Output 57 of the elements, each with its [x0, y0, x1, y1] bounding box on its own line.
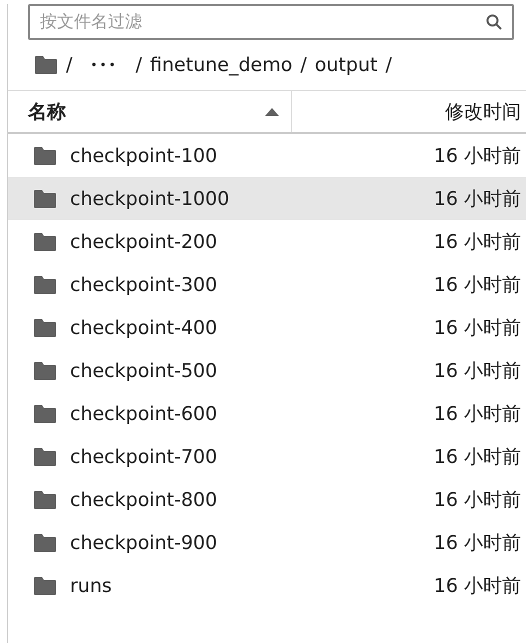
- file-row[interactable]: checkpoint-500 16 小时前: [8, 349, 526, 392]
- home-folder-icon[interactable]: [34, 55, 58, 75]
- file-name: checkpoint-600: [70, 402, 218, 424]
- file-row[interactable]: checkpoint-100 16 小时前: [8, 134, 526, 177]
- modified-time: 16 小时前: [434, 272, 521, 298]
- path-separator: /: [66, 54, 72, 76]
- file-row[interactable]: checkpoint-1000 16 小时前: [8, 177, 526, 220]
- file-name: checkpoint-1000: [70, 188, 230, 210]
- folder-icon: [33, 532, 57, 552]
- file-name: checkpoint-500: [70, 360, 218, 382]
- folder-icon: [33, 232, 57, 252]
- folder-icon: [33, 146, 57, 166]
- folder-icon: [33, 490, 57, 510]
- file-name: checkpoint-400: [70, 316, 218, 338]
- modified-time: 16 小时前: [434, 530, 521, 556]
- file-row[interactable]: checkpoint-800 16 小时前: [8, 478, 526, 521]
- modified-time: 16 小时前: [434, 402, 521, 426]
- file-row[interactable]: checkpoint-600 16 小时前: [8, 392, 526, 435]
- modified-time: 16 小时前: [434, 144, 521, 168]
- folder-icon: [33, 274, 57, 294]
- column-header[interactable]: 名称: [8, 91, 291, 132]
- file-row[interactable]: runs 16 小时前: [8, 564, 526, 607]
- search-icon: [486, 14, 502, 30]
- modified-time: 16 小时前: [434, 230, 521, 254]
- modified-time: 16 小时前: [434, 574, 521, 598]
- folder-icon: [33, 360, 57, 380]
- file-row[interactable]: checkpoint-900 16 小时前: [8, 521, 526, 564]
- folder-icon: [33, 576, 57, 596]
- file-name: checkpoint-100: [70, 144, 218, 166]
- breadcrumb-link[interactable]: finetune_demo: [150, 54, 292, 76]
- path-separator: /: [385, 54, 392, 76]
- folder-icon: [33, 188, 57, 208]
- file-name: checkpoint-200: [70, 230, 218, 252]
- more-link[interactable]: •••: [90, 58, 118, 72]
- file-row[interactable]: checkpoint-400 16 小时前: [8, 306, 526, 349]
- path-separator: /: [300, 54, 307, 76]
- column-header[interactable]: 修改时间: [291, 91, 526, 132]
- modified-time: 16 小时前: [434, 488, 521, 512]
- folder-icon: [33, 446, 57, 466]
- folder-icon: [33, 404, 57, 424]
- file-name: checkpoint-900: [70, 532, 218, 554]
- file-name: checkpoint-800: [70, 488, 218, 510]
- folder-icon: [33, 318, 57, 338]
- sort-up-icon: [265, 108, 279, 116]
- modified-time: 16 小时前: [434, 316, 521, 340]
- file-row[interactable]: checkpoint-700 16 小时前: [8, 435, 526, 478]
- path-separator: /: [136, 54, 142, 76]
- filter-field[interactable]: 按文件名过滤: [28, 4, 514, 40]
- modified-time: 16 小时前: [434, 186, 521, 212]
- file-name: runs: [70, 574, 112, 596]
- modified-time: 16 小时前: [434, 358, 521, 384]
- file-row[interactable]: checkpoint-300 16 小时前: [8, 263, 526, 306]
- file-name: checkpoint-300: [70, 274, 218, 296]
- breadcrumb-link[interactable]: output: [314, 54, 378, 76]
- file-row[interactable]: checkpoint-200 16 小时前: [8, 220, 526, 263]
- file-name: checkpoint-700: [70, 446, 218, 468]
- modified-time: 16 小时前: [434, 444, 521, 470]
